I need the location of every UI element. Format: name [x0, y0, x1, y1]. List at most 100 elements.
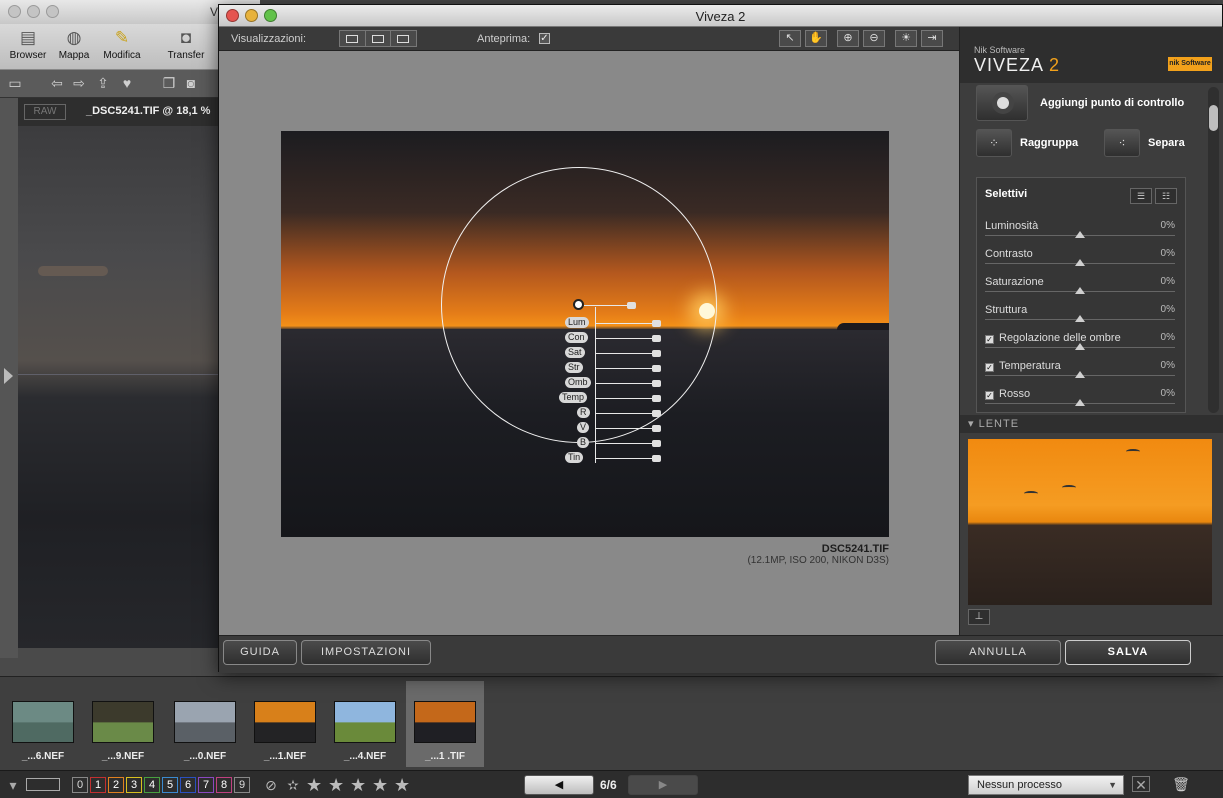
previous-button[interactable]: ◀: [524, 775, 594, 795]
slider-knob[interactable]: [1075, 371, 1085, 378]
next-button[interactable]: ▶: [628, 775, 698, 795]
filmstrip-item[interactable]: _...9.NEF: [84, 681, 162, 767]
control-point-slider-handle[interactable]: [652, 455, 661, 462]
adjustment-slider[interactable]: Contrasto 0%: [985, 248, 1175, 276]
control-point-slider-track[interactable]: [596, 443, 656, 444]
control-point-slider-track[interactable]: [596, 353, 656, 354]
slider-knob[interactable]: [1075, 287, 1085, 294]
zoom-out-button[interactable]: ⊖: [863, 30, 885, 47]
browser-button[interactable]: ▤ Browser: [2, 28, 54, 61]
scrollbar-thumb[interactable]: [1209, 105, 1218, 131]
single-view-button[interactable]: [340, 31, 366, 46]
transfer-button[interactable]: ◘ Transfer: [160, 28, 212, 61]
control-point-slider-handle[interactable]: [652, 425, 661, 432]
slider-enable-checkbox[interactable]: ✓: [985, 335, 994, 344]
slider-knob[interactable]: [1075, 315, 1085, 322]
color-label-chip[interactable]: 8: [216, 777, 232, 793]
slider-enable-checkbox[interactable]: ✓: [985, 363, 994, 372]
filmstrip-view-icon[interactable]: [26, 778, 60, 791]
trash-star-icon[interactable]: ✫: [284, 777, 302, 793]
zoom-light-inactive[interactable]: [46, 5, 59, 18]
control-point-slider-track[interactable]: [596, 428, 656, 429]
control-point-slider-handle[interactable]: [652, 365, 661, 372]
color-label-chip[interactable]: 3: [126, 777, 142, 793]
preview-checkbox[interactable]: ✓: [539, 33, 550, 44]
rating-star-icon[interactable]: ★: [350, 775, 366, 796]
minimize-light-inactive[interactable]: [27, 5, 40, 18]
control-point-slider-track[interactable]: [596, 413, 656, 414]
adjustment-slider[interactable]: Saturazione 0%: [985, 276, 1175, 304]
control-point-slider-track[interactable]: [596, 458, 656, 459]
main-photo[interactable]: Lum Con Sat Str Omb Temp R V B Tin: [281, 131, 889, 537]
pointer-tool-button[interactable]: ↖: [779, 30, 801, 47]
control-point-slider-track[interactable]: [596, 338, 656, 339]
panel-scrollbar[interactable]: [1208, 87, 1219, 413]
reject-icon[interactable]: ⊘: [262, 777, 280, 793]
control-point-slider-handle[interactable]: [652, 410, 661, 417]
rating-star-icon[interactable]: ★: [306, 775, 322, 796]
control-point-slider-handle[interactable]: [652, 335, 661, 342]
save-button[interactable]: SALVA: [1065, 640, 1191, 665]
settings-button[interactable]: IMPOSTAZIONI: [301, 640, 431, 665]
color-label-chip[interactable]: 2: [108, 777, 124, 793]
separate-button[interactable]: ⁖: [1104, 129, 1140, 157]
control-point-slider-handle[interactable]: [652, 395, 661, 402]
pin-button[interactable]: ⊥: [968, 609, 990, 625]
side-by-side-view-button[interactable]: [391, 31, 416, 46]
adjustment-slider[interactable]: Luminosità 0%: [985, 220, 1175, 248]
filmstrip-item[interactable]: _...1 .TIF: [406, 681, 484, 767]
filmstrip-item[interactable]: _...6.NEF: [4, 681, 82, 767]
cancel-button[interactable]: ANNULLA: [935, 640, 1061, 665]
open-folder-icon[interactable]: ⇪: [94, 75, 112, 91]
snapshot-icon[interactable]: ◙: [182, 75, 200, 91]
slider-knob[interactable]: [1075, 399, 1085, 406]
close-light-inactive[interactable]: [8, 5, 21, 18]
adjustment-slider[interactable]: ✓ Regolazione delle ombre 0%: [985, 332, 1175, 360]
hand-tool-button[interactable]: ✋: [805, 30, 827, 47]
layout-menu-icon[interactable]: ▭: [6, 75, 24, 91]
control-point-slider-track[interactable]: [596, 383, 656, 384]
close-process-icon[interactable]: ✕: [1132, 776, 1150, 793]
control-point-size-handle[interactable]: [627, 302, 636, 309]
filmstrip-item[interactable]: _...1.NEF: [246, 681, 324, 767]
rating-star-icon[interactable]: ★: [372, 775, 388, 796]
rating-star-icon[interactable]: ★: [394, 775, 410, 796]
guide-button[interactable]: GUIDA: [223, 640, 297, 665]
control-point-slider-handle[interactable]: [652, 380, 661, 387]
color-label-chip[interactable]: 6: [180, 777, 196, 793]
slider-knob[interactable]: [1075, 343, 1085, 350]
filmstrip-item[interactable]: _...0.NEF: [166, 681, 244, 767]
slider-knob[interactable]: [1075, 259, 1085, 266]
color-label-chip[interactable]: 9: [234, 777, 250, 793]
list-expand-icon[interactable]: ☷: [1155, 188, 1177, 204]
trash-icon[interactable]: 🗑: [1172, 776, 1190, 792]
window-icon[interactable]: ❐: [160, 75, 178, 91]
zoom-in-button[interactable]: ⊕: [837, 30, 859, 47]
left-panel-toggle[interactable]: [0, 98, 18, 658]
group-button[interactable]: ⁘: [976, 129, 1012, 157]
color-label-chip[interactable]: 7: [198, 777, 214, 793]
adjustment-slider[interactable]: ✓ Temperatura 0%: [985, 360, 1175, 388]
map-button[interactable]: ◍ Mappa: [48, 28, 100, 61]
back-arrow-icon[interactable]: ⇦: [48, 75, 66, 91]
control-point-slider-track[interactable]: [596, 323, 656, 324]
control-point-slider-handle[interactable]: [652, 320, 661, 327]
slider-knob[interactable]: [1075, 231, 1085, 238]
control-point-slider-handle[interactable]: [652, 350, 661, 357]
lens-header[interactable]: ▾ LENTE: [960, 415, 1223, 433]
color-label-chip[interactable]: 5: [162, 777, 178, 793]
control-point-slider-track[interactable]: [596, 398, 656, 399]
edit-button[interactable]: ✎ Modifica: [96, 28, 148, 61]
rating-star-icon[interactable]: ★: [328, 775, 344, 796]
control-point-slider-handle[interactable]: [652, 440, 661, 447]
control-point-center[interactable]: [573, 299, 584, 310]
add-control-point-button[interactable]: [976, 85, 1028, 121]
dropdown-triangle-icon[interactable]: ▾: [4, 777, 22, 793]
adjustment-slider[interactable]: ✓ Rosso 0%: [985, 388, 1175, 412]
favorite-folder-icon[interactable]: ♥: [118, 75, 136, 91]
color-label-chip[interactable]: 4: [144, 777, 160, 793]
filmstrip-item[interactable]: _...4.NEF: [326, 681, 404, 767]
adjustment-slider[interactable]: Struttura 0%: [985, 304, 1175, 332]
lightbulb-button[interactable]: ☀: [895, 30, 917, 47]
list-collapse-icon[interactable]: ☰: [1130, 188, 1152, 204]
